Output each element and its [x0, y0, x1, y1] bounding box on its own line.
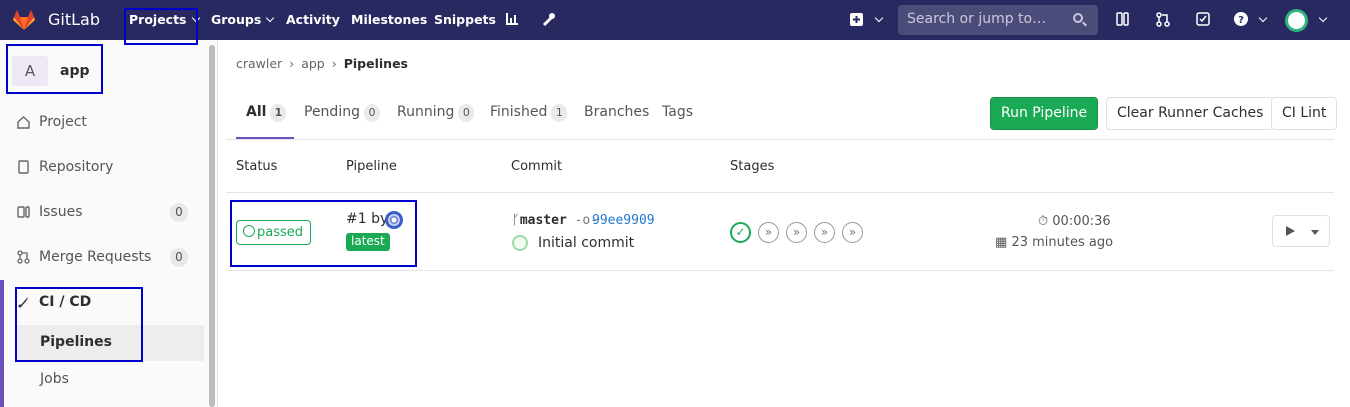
issues-count-badge: 0 [170, 203, 188, 222]
sidebar-item-issues[interactable]: Issues 0 [0, 195, 204, 231]
column-header-pipeline: Pipeline [346, 159, 397, 174]
nav-snippets[interactable]: Snippets [434, 12, 496, 27]
tab-count-badge: 1 [551, 104, 568, 122]
merge-request-icon [17, 250, 30, 264]
breadcrumb-separator-icon: › [289, 56, 295, 71]
breadcrumb-separator-icon: › [331, 56, 337, 71]
chevron-down-icon [266, 13, 275, 23]
sidebar-item-label: Repository [39, 159, 114, 175]
search-input[interactable]: Search or jump to… [898, 5, 1098, 35]
chart-icon[interactable] [505, 12, 519, 26]
commit-message-link[interactable]: Initial commit [538, 235, 634, 251]
merge-request-icon[interactable] [1156, 12, 1170, 27]
gitlab-logo-icon[interactable] [12, 8, 36, 32]
tab-branches[interactable]: Branches [584, 104, 649, 120]
sidebar-item-label: Project [39, 114, 87, 130]
tab-count-badge: 1 [270, 104, 287, 122]
stage-skipped-icon[interactable]: » [842, 222, 863, 243]
nav-groups[interactable]: Groups [211, 12, 275, 27]
stage-skipped-icon[interactable]: » [758, 222, 779, 243]
play-icon [1286, 226, 1295, 236]
user-avatar[interactable] [1285, 9, 1308, 32]
column-header-stages: Stages [730, 159, 775, 174]
highlight-box [6, 44, 103, 94]
svg-text:?: ? [1238, 15, 1244, 26]
breadcrumb-pipelines[interactable]: Pipelines [344, 56, 408, 71]
tab-all[interactable]: All 1 [246, 104, 287, 122]
help-icon[interactable]: ? [1234, 12, 1250, 28]
todo-check-icon[interactable] [1196, 12, 1210, 27]
chevron-down-icon[interactable] [874, 13, 884, 23]
chevron-down-icon[interactable] [1318, 13, 1328, 23]
tab-running[interactable]: Running 0 [397, 104, 475, 122]
tab-finished[interactable]: Finished 1 [490, 104, 568, 122]
pipeline-finished-time: ▦ 23 minutes ago [995, 235, 1114, 250]
home-icon [17, 116, 30, 129]
column-header-status: Status [236, 159, 278, 174]
book-icon [18, 160, 29, 174]
ci-lint-button[interactable]: CI Lint [1271, 97, 1338, 130]
branch-ref-link[interactable]: ᚴmaster -o- [512, 213, 598, 228]
branch-icon: ᚴ [512, 213, 520, 228]
commit-author-avatar[interactable] [512, 235, 528, 251]
run-pipeline-button[interactable]: Run Pipeline [990, 97, 1099, 130]
active-tab-underline [236, 137, 294, 139]
sidebar-item-project[interactable]: Project [0, 105, 204, 141]
commit-sha-link[interactable]: 99ee9909 [592, 213, 655, 228]
breadcrumb-app[interactable]: app [301, 56, 325, 71]
caret-down-icon [1311, 230, 1319, 235]
sidebar-subitem-label: Jobs [40, 371, 69, 387]
table-header-divider [226, 192, 1334, 193]
stage-skipped-icon[interactable]: » [786, 222, 807, 243]
highlight-box [230, 200, 417, 267]
wrench-icon[interactable] [542, 12, 556, 27]
calendar-icon: ▦ [995, 235, 1008, 250]
sidebar-toggle-icon[interactable] [1116, 12, 1130, 27]
timer-icon: ⏱ [1038, 214, 1049, 229]
tab-count-badge: 0 [458, 104, 475, 122]
issues-icon [17, 206, 30, 218]
sidebar-item-label: Issues [39, 204, 83, 220]
column-header-commit: Commit [511, 159, 563, 174]
merge-requests-count-badge: 0 [170, 248, 188, 267]
sidebar-item-merge-requests[interactable]: Merge Requests 0 [0, 240, 204, 276]
sidebar-scrollbar[interactable] [209, 45, 215, 407]
tab-pending[interactable]: Pending 0 [304, 104, 380, 122]
tab-count-badge: 0 [363, 104, 380, 122]
stage-skipped-icon[interactable]: » [814, 222, 835, 243]
plus-square-icon[interactable] [850, 13, 864, 27]
nav-milestones[interactable]: Milestones [351, 12, 427, 27]
search-icon [1073, 13, 1083, 23]
table-row-divider [226, 270, 1334, 271]
clear-runner-caches-button[interactable]: Clear Runner Caches [1106, 97, 1275, 130]
chevron-down-icon[interactable] [1258, 13, 1268, 23]
breadcrumb-crawler[interactable]: crawler [236, 56, 282, 71]
sidebar-item-repository[interactable]: Repository [0, 150, 204, 186]
nav-activity[interactable]: Activity [286, 12, 340, 27]
sidebar-subitem-jobs[interactable]: Jobs [16, 362, 204, 398]
gitlab-brand[interactable]: GitLab [48, 10, 100, 29]
manual-actions-dropdown[interactable] [1272, 215, 1330, 247]
highlight-box [124, 8, 198, 45]
tab-tags[interactable]: Tags [662, 104, 693, 120]
breadcrumb: crawler › app › Pipelines [236, 56, 408, 71]
highlight-box [15, 287, 143, 362]
top-navbar: GitLab Projects Groups Activity Mileston… [0, 0, 1350, 40]
stage-passed-icon[interactable]: ✓ [730, 222, 751, 243]
sidebar-item-label: Merge Requests [39, 249, 152, 265]
pipeline-duration: ⏱ 00:00:36 [1038, 214, 1111, 229]
